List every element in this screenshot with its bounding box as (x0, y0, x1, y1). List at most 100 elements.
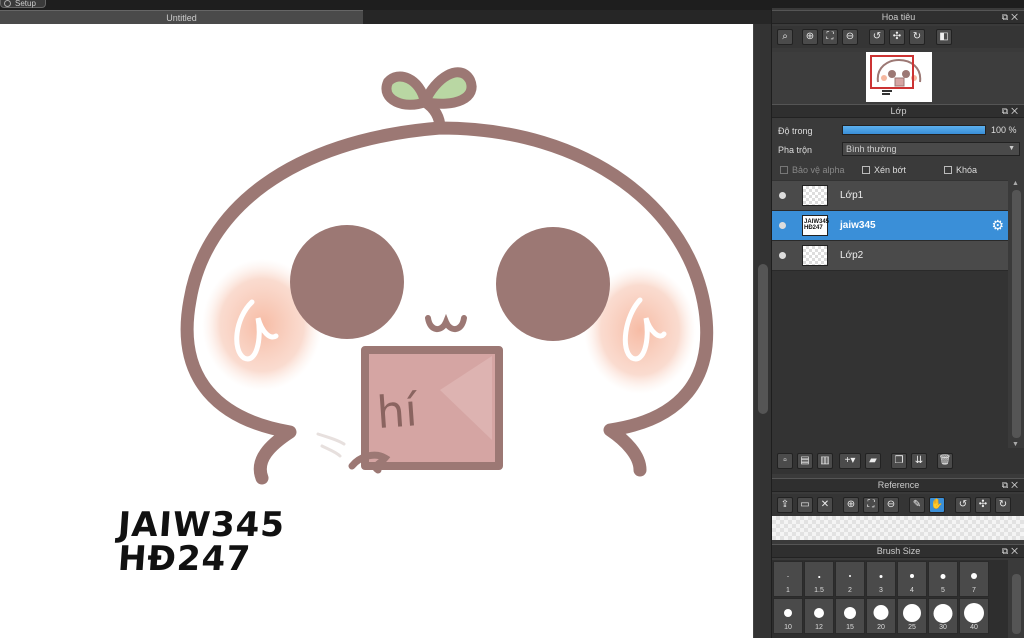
navigator-view-frame[interactable] (870, 55, 914, 89)
layer-item-lop1[interactable]: Lớp1 (772, 181, 1008, 211)
layer-toolbar: ▫ ▤ ▥ +▾ ▰ ❐ ⇊ 🗑 (772, 448, 1024, 474)
open-folder-icon[interactable]: ▭ (797, 497, 813, 513)
navigator-preview-area[interactable] (772, 52, 1024, 104)
brush-scroll-thumb[interactable] (1012, 574, 1021, 634)
layer-scroll-thumb[interactable] (1012, 190, 1021, 438)
brush-dot (971, 573, 977, 579)
visibility-eye-icon[interactable] (779, 222, 786, 229)
brush-dot (787, 576, 789, 577)
new-layer-icon[interactable]: ▫ (777, 453, 793, 469)
brush-size-label: 10 (784, 624, 792, 631)
rotate-right-icon[interactable]: ↻ (995, 497, 1011, 513)
brush-size-cell[interactable]: 2 (835, 561, 865, 597)
protect-alpha-label: Bảo vệ alpha (792, 165, 845, 175)
artwork: hí (180, 67, 714, 485)
brush-size-cell[interactable]: 1.5 (804, 561, 834, 597)
protect-alpha-checkbox[interactable]: Bảo vệ alpha (780, 165, 845, 175)
delete-layer-icon[interactable]: 🗑 (937, 453, 953, 469)
caption-line-1: JAIW345 (116, 505, 287, 545)
new-folder-icon[interactable]: ▰ (865, 453, 881, 469)
document-tab[interactable]: Untitled (0, 10, 363, 24)
right-panel: Hoa tiêu ⧉✕ ⌕ ⊕ ⛶ ⊖ ↺ ✣ ↻ ◧ Lớp ⧉✕ Độ tr… (771, 8, 1024, 638)
navigator-title-bar: Hoa tiêu ⧉✕ (772, 10, 1024, 24)
brush-size-cell[interactable]: 1 (773, 561, 803, 597)
reference-title-bar: Reference ⧉✕ (772, 478, 1024, 492)
layer-thumbnail-text: JAIW345 HĐ247 (804, 219, 830, 231)
navigator-thumbnail[interactable] (866, 52, 932, 102)
canvas-scroll-thumb[interactable] (758, 264, 768, 414)
brush-size-scrollbar[interactable] (1008, 560, 1024, 638)
brush-size-label: 12 (815, 624, 823, 631)
brush-size-cell[interactable]: 15 (835, 598, 865, 634)
brush-dot (910, 574, 914, 578)
checkbox-box (944, 166, 952, 174)
panel-controls[interactable]: ⧉✕ (1002, 479, 1021, 492)
visibility-eye-icon[interactable] (779, 252, 786, 259)
scroll-down-icon[interactable]: ▼ (1012, 441, 1019, 448)
brush-size-cell[interactable]: 12 (804, 598, 834, 634)
layer-name: jaiw345 (840, 220, 876, 231)
opacity-label: Độ trong (778, 126, 813, 136)
close-icon[interactable]: ✕ (817, 497, 833, 513)
caption-text: JAIW345 HĐ247 (116, 505, 287, 579)
blend-mode-select[interactable]: Bình thường ▼ (842, 142, 1020, 156)
merge-layer-icon[interactable]: ⇊ (911, 453, 927, 469)
actual-size-icon[interactable]: ✣ (889, 29, 905, 45)
zoom-in-icon[interactable]: ⊕ (802, 29, 818, 45)
brush-size-cell[interactable]: 3 (866, 561, 896, 597)
brush-size-cell[interactable]: 40 (959, 598, 989, 634)
blend-mode-value: Bình thường (846, 144, 897, 154)
panel-controls[interactable]: ⧉✕ (1002, 545, 1021, 558)
flip-icon[interactable]: ◧ (936, 29, 952, 45)
gear-icon[interactable]: ⚙ (991, 217, 1004, 234)
brush-size-label: 40 (970, 624, 978, 631)
fit-window-icon[interactable]: ⛶ (863, 497, 879, 513)
layer-list-scrollbar[interactable]: ▲ ▼ (1008, 180, 1024, 448)
setup-label: Setup (15, 0, 36, 8)
canvas-vertical-scrollbar[interactable] (753, 24, 771, 638)
panel-controls[interactable]: ⧉✕ (1002, 11, 1021, 24)
brush-size-cell[interactable]: 4 (897, 561, 927, 597)
zoom-out-icon[interactable]: ⊖ (842, 29, 858, 45)
new-layer-8bit-icon[interactable]: ▤ (797, 453, 813, 469)
reference-image-area[interactable] (772, 516, 1024, 540)
zoom-in-icon[interactable]: ⊕ (843, 497, 859, 513)
opacity-slider[interactable] (842, 125, 986, 135)
duplicate-layer-icon[interactable]: ❐ (891, 453, 907, 469)
brush-size-cell[interactable]: 25 (897, 598, 927, 634)
hand-icon[interactable]: ✋ (929, 497, 945, 513)
navigator-title: Hoa tiêu (881, 12, 916, 22)
upload-icon[interactable]: ⇪ (777, 497, 793, 513)
brush-dot (940, 574, 946, 579)
rotate-left-icon[interactable]: ↺ (955, 497, 971, 513)
drawing-canvas[interactable]: hí JAIW345 HĐ247 (0, 24, 753, 638)
brush-dot (933, 604, 953, 623)
clipping-checkbox[interactable]: Xén bớt (862, 165, 906, 175)
rotate-right-icon[interactable]: ↻ (909, 29, 925, 45)
rotate-left-icon[interactable]: ↺ (869, 29, 885, 45)
brush-size-label: 1.5 (814, 587, 824, 594)
actual-size-icon[interactable]: ✣ (975, 497, 991, 513)
layer-item-jaiw345[interactable]: JAIW345 HĐ247 jaiw345 ⚙ (772, 211, 1008, 241)
brush-size-cell[interactable]: 20 (866, 598, 896, 634)
panel-controls[interactable]: ⧉✕ (1002, 105, 1021, 118)
scroll-up-icon[interactable]: ▲ (1012, 180, 1019, 187)
opacity-slider-fill (843, 126, 985, 134)
setup-button[interactable]: Setup (0, 0, 46, 8)
fit-window-icon[interactable]: ⛶ (822, 29, 838, 45)
brush-size-cell[interactable]: 30 (928, 598, 958, 634)
layer-name: Lớp2 (840, 250, 864, 261)
brush-size-cell[interactable]: 10 (773, 598, 803, 634)
brush-dot (873, 605, 889, 620)
zoom-fit-icon[interactable]: ⌕ (777, 29, 793, 45)
visibility-eye-icon[interactable] (779, 192, 786, 199)
eyedropper-icon[interactable]: ✎ (909, 497, 925, 513)
brush-size-cell[interactable]: 5 (928, 561, 958, 597)
lock-checkbox[interactable]: Khóa (944, 165, 977, 175)
zoom-out-icon[interactable]: ⊖ (883, 497, 899, 513)
layer-item-lop2[interactable]: Lớp2 (772, 241, 1008, 271)
lock-label: Khóa (956, 165, 978, 175)
brush-size-cell[interactable]: 7 (959, 561, 989, 597)
add-layer-menu-icon[interactable]: +▾ (839, 453, 861, 469)
new-layer-1bit-icon[interactable]: ▥ (817, 453, 833, 469)
